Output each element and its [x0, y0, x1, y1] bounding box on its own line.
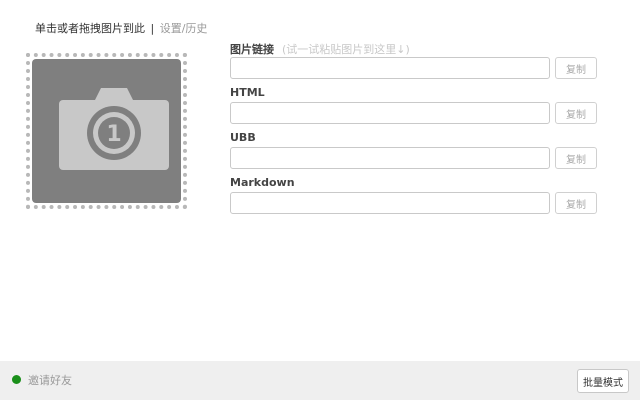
- online-status-icon: [12, 375, 21, 384]
- field-markdown: Markdown 复制: [230, 176, 597, 214]
- image-drop-zone[interactable]: 1: [26, 53, 187, 209]
- invite-friends-link[interactable]: 邀请好友: [28, 372, 72, 388]
- drop-zone-preview[interactable]: 1: [32, 59, 181, 203]
- footer-bar: 邀请好友 批量模式: [0, 361, 640, 400]
- ubb-input[interactable]: [230, 147, 550, 169]
- image-url-input[interactable]: [230, 57, 550, 79]
- field-image-url: 图片链接 (试一试粘贴图片到这里↓) 复制: [230, 41, 597, 79]
- markdown-input[interactable]: [230, 192, 550, 214]
- field-row: 复制: [230, 57, 597, 79]
- camera-icon: 1: [59, 88, 169, 170]
- html-input[interactable]: [230, 102, 550, 124]
- field-label-text: 图片链接: [230, 43, 274, 56]
- field-label: Markdown: [230, 176, 295, 189]
- upload-instruction: 单击或者拖拽图片到此 | 设置/历史: [35, 20, 207, 36]
- field-html: HTML 复制: [230, 86, 597, 124]
- upload-instruction-text[interactable]: 单击或者拖拽图片到此: [35, 22, 145, 35]
- field-row: 复制: [230, 147, 597, 169]
- field-row: 复制: [230, 192, 597, 214]
- settings-history-link[interactable]: 设置/历史: [160, 22, 208, 35]
- field-label: HTML: [230, 86, 265, 99]
- header-separator: |: [150, 22, 155, 35]
- copy-image-url-button[interactable]: 复制: [555, 57, 597, 79]
- camera-badge-number: 1: [106, 122, 121, 147]
- field-hint: (试一试粘贴图片到这里↓): [282, 43, 410, 56]
- copy-html-button[interactable]: 复制: [555, 102, 597, 124]
- field-label: UBB: [230, 131, 256, 144]
- field-row: 复制: [230, 102, 597, 124]
- field-label: 图片链接 (试一试粘贴图片到这里↓): [230, 41, 597, 57]
- copy-markdown-button[interactable]: 复制: [555, 192, 597, 214]
- copy-ubb-button[interactable]: 复制: [555, 147, 597, 169]
- batch-mode-button[interactable]: 批量模式: [577, 369, 629, 393]
- field-ubb: UBB 复制: [230, 131, 597, 169]
